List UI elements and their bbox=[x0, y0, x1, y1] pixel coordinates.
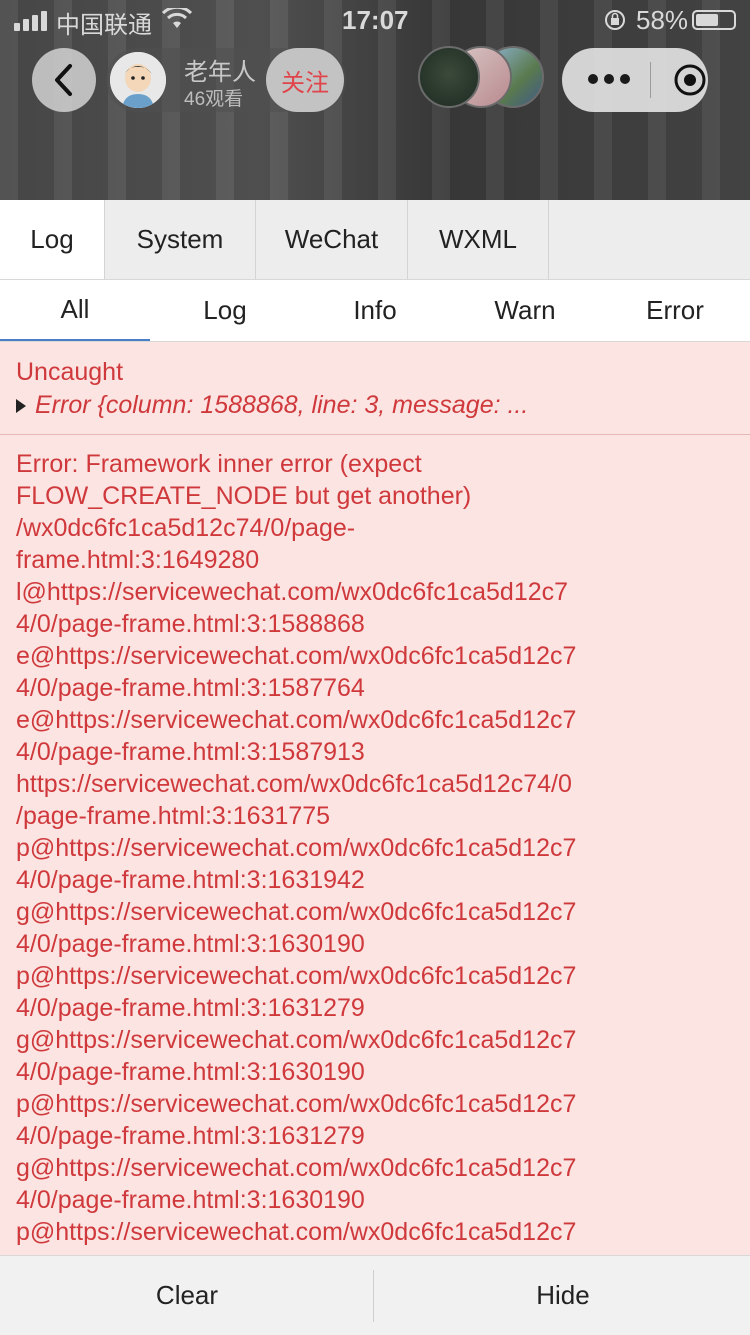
signal-icon bbox=[14, 11, 47, 31]
stack-line: Error: Framework inner error (expect bbox=[16, 450, 422, 478]
stack-line: e@https://servicewechat.com/wx0dc6fc1ca5… bbox=[16, 642, 577, 670]
filter-tab-log[interactable]: Log bbox=[150, 280, 300, 341]
stack-line: 4/0/page-frame.html:3:1587764 bbox=[16, 674, 365, 702]
status-bar: 中国联通 17:07 58% bbox=[0, 0, 750, 40]
log-entry: Uncaught Error {column: 1588868, line: 3… bbox=[0, 342, 750, 435]
avatar-illustration bbox=[110, 52, 166, 108]
stack-line: 4/0/page-frame.html:3:1587913 bbox=[16, 738, 365, 766]
stack-line: p@https://servicewechat.com/wx0dc6fc1ca5… bbox=[16, 962, 577, 990]
error-object-toggle[interactable]: Error {column: 1588868, line: 3, message… bbox=[16, 391, 528, 420]
stack-trace: Error: Framework inner error (expect FLO… bbox=[16, 448, 736, 1248]
main-tab-bar: Log System WeChat WXML bbox=[0, 200, 750, 280]
clock: 17:07 bbox=[342, 5, 409, 35]
stack-line: g@https://servicewechat.com/wx0dc6fc1ca5… bbox=[16, 1026, 577, 1054]
stack-line: 4/0/page-frame.html:3:1630190 bbox=[16, 1186, 365, 1214]
filter-tab-warn[interactable]: Warn bbox=[450, 280, 600, 341]
stack-line: FLOW_CREATE_NODE but get another) bbox=[16, 482, 472, 510]
stack-line: g@https://servicewechat.com/wx0dc6fc1ca5… bbox=[16, 898, 577, 926]
filter-tab-bar: All Log Info Warn Error bbox=[0, 280, 750, 342]
filter-tab-all[interactable]: All bbox=[0, 280, 150, 341]
top-header-area: 中国联通 17:07 58% 老年人 46观看 关注 bbox=[0, 0, 750, 200]
tab-wxml[interactable]: WXML bbox=[408, 200, 549, 279]
miniprogram-capsule bbox=[562, 48, 708, 112]
stack-line: /page-frame.html:3:1631775 bbox=[16, 802, 331, 830]
expand-triangle-icon bbox=[16, 398, 26, 413]
tab-system[interactable]: System bbox=[105, 200, 256, 279]
stack-line: 4/0/page-frame.html:3:1630190 bbox=[16, 1058, 365, 1086]
error-object-summary: Error {column: 1588868, line: 3, message… bbox=[35, 391, 529, 419]
avatar bbox=[110, 52, 166, 108]
stack-line: p@https://servicewechat.com/wx0dc6fc1ca5… bbox=[16, 1090, 577, 1118]
stack-line: g@https://servicewechat.com/wx0dc6fc1ca5… bbox=[16, 1154, 577, 1182]
tab-log[interactable]: Log bbox=[0, 200, 105, 279]
stack-line: /wx0dc6fc1ca5d12c74/0/page- bbox=[16, 514, 356, 542]
close-target-icon[interactable] bbox=[674, 64, 706, 96]
battery-icon bbox=[692, 10, 736, 30]
log-panel[interactable]: Uncaught Error {column: 1588868, line: 3… bbox=[0, 342, 750, 1255]
viewer-count: 46观看 bbox=[184, 89, 244, 110]
stack-line: 4/0/page-frame.html:3:1631279 bbox=[16, 1122, 365, 1150]
stack-line: frame.html:3:1649280 bbox=[16, 546, 260, 574]
battery-percentage: 58% bbox=[636, 5, 689, 35]
clear-button[interactable]: Clear bbox=[0, 1256, 374, 1335]
stack-line: p@https://servicewechat.com/wx0dc6fc1ca5… bbox=[16, 1218, 577, 1246]
more-icon[interactable] bbox=[588, 74, 630, 84]
stack-line: 4/0/page-frame.html:3:1630190 bbox=[16, 930, 365, 958]
wifi-icon bbox=[162, 8, 192, 28]
chevron-left-icon bbox=[55, 64, 72, 96]
filter-tab-error[interactable]: Error bbox=[600, 280, 750, 341]
stack-line: 4/0/page-frame.html:3:1588868 bbox=[16, 610, 365, 638]
log-entry-title: Uncaught bbox=[16, 358, 124, 386]
hide-button[interactable]: Hide bbox=[376, 1256, 750, 1335]
stack-line: https://servicewechat.com/wx0dc6fc1ca5d1… bbox=[16, 770, 572, 798]
tab-wechat[interactable]: WeChat bbox=[256, 200, 408, 279]
bottom-action-bar: Clear Hide bbox=[0, 1255, 750, 1335]
stack-line: 4/0/page-frame.html:3:1631279 bbox=[16, 994, 365, 1022]
filter-tab-info[interactable]: Info bbox=[300, 280, 450, 341]
capsule-divider bbox=[650, 62, 651, 98]
stack-line: p@https://servicewechat.com/wx0dc6fc1ca5… bbox=[16, 834, 577, 862]
carrier-label: 中国联通 bbox=[56, 12, 152, 39]
back-button[interactable] bbox=[32, 48, 96, 112]
follow-button[interactable]: 关注 bbox=[266, 48, 344, 112]
host-name: 老年人 bbox=[184, 59, 256, 86]
stack-line: e@https://servicewechat.com/wx0dc6fc1ca5… bbox=[16, 706, 577, 734]
stack-line: 4/0/page-frame.html:3:1631942 bbox=[16, 866, 365, 894]
viewer-avatar bbox=[418, 46, 480, 108]
rotation-lock-icon bbox=[605, 10, 625, 30]
viewer-avatars[interactable] bbox=[418, 46, 548, 110]
bottom-divider bbox=[373, 1270, 374, 1322]
stack-line: l@https://servicewechat.com/wx0dc6fc1ca5… bbox=[16, 578, 569, 606]
